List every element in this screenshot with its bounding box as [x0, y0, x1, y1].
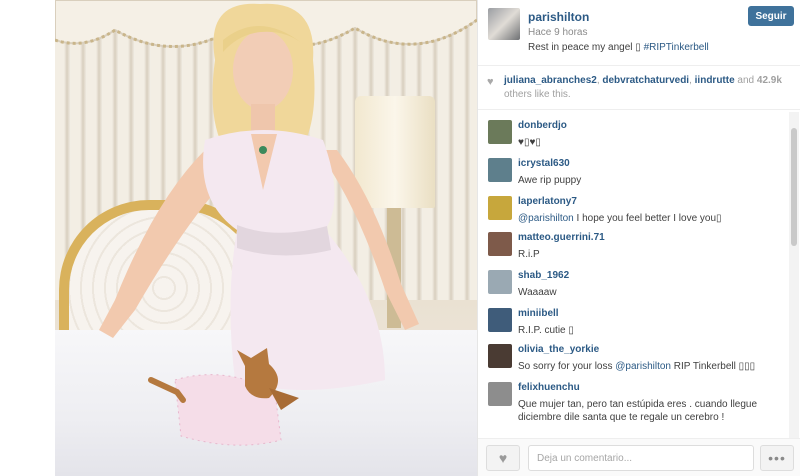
commenter-username[interactable]: icrystal630: [518, 158, 570, 169]
commenter-username[interactable]: laperlatony7: [518, 196, 577, 207]
comment-text: Waaaaw: [518, 287, 557, 298]
comment-text: @parishilton I hope you feel better I lo…: [518, 212, 788, 225]
liker-username[interactable]: juliana_abranches2: [504, 75, 597, 86]
comment-item: donberdjo ♥▯♥▯: [478, 116, 788, 152]
comment-item: matteo.guerrini.71 R.i.P: [478, 228, 788, 264]
liker-username[interactable]: debvratchaturvedi: [602, 75, 689, 86]
caption-hashtag[interactable]: #RIPTinkerbell: [644, 42, 709, 53]
heart-icon: ♥: [487, 76, 494, 88]
commenter-avatar[interactable]: [488, 382, 512, 406]
likes-and: and: [734, 75, 755, 86]
comment-text: ♥▯♥▯: [518, 137, 541, 148]
owner-username[interactable]: parishilton: [528, 10, 589, 24]
commenter-avatar[interactable]: [488, 270, 512, 294]
commenter-avatar[interactable]: [488, 196, 512, 220]
commenter-avatar[interactable]: [488, 232, 512, 256]
likes-count[interactable]: 42.9k: [757, 75, 782, 86]
commenter-avatar[interactable]: [488, 120, 512, 144]
likes-summary: ♥ juliana_abranches2, debvratchaturvedi,…: [478, 66, 800, 110]
comment-text: R.I.P. cutie ▯: [518, 325, 574, 336]
post-details-panel: parishilton Hace 9 horas Rest in peace m…: [477, 0, 800, 476]
post-photo[interactable]: [55, 0, 477, 476]
comments-scrollbar-thumb[interactable]: [791, 128, 797, 246]
commenter-username[interactable]: shab_1962: [518, 270, 569, 281]
woman-and-dog-figure: [99, 3, 419, 446]
ellipsis-icon: •••: [768, 450, 786, 466]
comment-item: olivia_the_yorkie So sorry for your loss…: [478, 340, 788, 376]
post-footer: ♥ •••: [478, 438, 800, 476]
comment-body: I hope you feel better I love you▯: [573, 213, 722, 224]
commenter-username[interactable]: donberdjo: [518, 120, 567, 131]
commenter-username[interactable]: felixhuenchu: [518, 382, 580, 393]
comment-mention[interactable]: @parishilton: [615, 361, 671, 372]
commenter-avatar[interactable]: [488, 308, 512, 332]
commenter-username[interactable]: miniibell: [518, 308, 559, 319]
commenter-avatar[interactable]: [488, 344, 512, 368]
likes-rest: others like this.: [504, 89, 571, 100]
comment-item: felixhuenchu Que mujer tan, pero tan est…: [478, 378, 788, 424]
liker-username[interactable]: iindrutte: [695, 75, 735, 86]
comment-item: shab_1962 Waaaaw: [478, 266, 788, 302]
follow-button[interactable]: Seguir: [748, 6, 794, 26]
comment-text: Que mujer tan, pero tan estúpida eres . …: [518, 399, 758, 423]
commenter-avatar[interactable]: [488, 158, 512, 182]
post-header: parishilton Hace 9 horas Rest in peace m…: [478, 0, 800, 66]
like-button[interactable]: ♥: [486, 445, 520, 471]
comment-text: R.i.P: [518, 249, 540, 260]
comment-body: So sorry for your loss: [518, 361, 616, 372]
more-options-button[interactable]: •••: [760, 445, 794, 471]
commenter-username[interactable]: matteo.guerrini.71: [518, 232, 605, 243]
caption-text: Rest in peace my angel ▯: [528, 42, 644, 53]
commenter-username[interactable]: olivia_the_yorkie: [518, 344, 599, 355]
comment-item: laperlatony7 @parishilton I hope you fee…: [478, 192, 788, 228]
comment-body: RIP Tinkerbell ▯▯▯: [671, 361, 756, 372]
comment-list[interactable]: donberdjo ♥▯♥▯ icrystal630 Awe rip puppy…: [478, 112, 800, 438]
comment-input[interactable]: [528, 445, 754, 471]
post-timestamp: Hace 9 horas: [528, 27, 588, 38]
comment-mention[interactable]: @parishilton: [518, 213, 574, 224]
comment-text: So sorry for your loss @parishilton RIP …: [518, 360, 788, 373]
comment-item: miniibell R.I.P. cutie ▯: [478, 304, 788, 340]
comment-text: Awe rip puppy: [518, 175, 582, 186]
owner-avatar[interactable]: [488, 8, 520, 40]
comment-item: icrystal630 Awe rip puppy: [478, 154, 788, 190]
likes-text: juliana_abranches2, debvratchaturvedi, i…: [504, 74, 789, 102]
post-caption: Rest in peace my angel ▯ #RIPTinkerbell: [528, 42, 709, 53]
heart-icon: ♥: [498, 450, 508, 466]
